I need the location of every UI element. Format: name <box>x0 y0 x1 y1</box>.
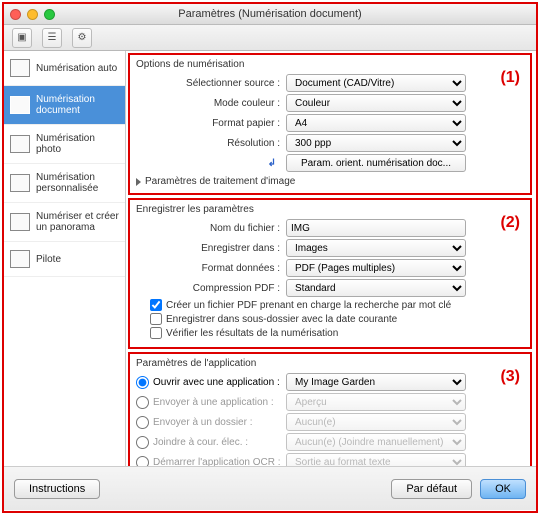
section-number: (3) <box>500 368 520 386</box>
subfolder-date-checkbox[interactable] <box>150 313 162 325</box>
section-scan-options: (1) Options de numérisation Sélectionner… <box>128 53 532 195</box>
section-number: (1) <box>500 69 520 87</box>
radio-label: Envoyer à une application : <box>153 397 274 408</box>
savein-label: Enregistrer dans : <box>136 243 286 254</box>
attach-email-radio[interactable] <box>136 436 149 449</box>
radio-label: Joindre à cour. élec. : <box>153 437 248 448</box>
photo-icon <box>10 135 30 153</box>
attach-email-select: Aucun(e) (Joindre manuellement) <box>286 433 466 451</box>
ok-button[interactable]: OK <box>480 479 526 499</box>
return-arrow-icon: ↲ <box>268 158 276 169</box>
checkbox-label: Vérifier les résultats de la numérisatio… <box>166 328 338 339</box>
toolbar-scan-from-panel-icon[interactable]: ☰ <box>42 28 62 48</box>
titlebar: Paramètres (Numérisation document) <box>4 4 536 25</box>
color-select[interactable]: Couleur <box>286 94 466 112</box>
sidebar-item-driver[interactable]: Pilote <box>4 242 125 277</box>
sidebar-item-label: Numérisation personnalisée <box>36 172 119 194</box>
send-to-folder-select: Aucun(e) <box>286 413 466 431</box>
radio-label: Envoyer à un dossier : <box>153 417 253 428</box>
disclosure-triangle-icon <box>136 178 141 186</box>
defaults-button[interactable]: Par défaut <box>391 479 472 499</box>
section-save-settings: (2) Enregistrer les paramètres Nom du fi… <box>128 198 532 349</box>
sidebar-item-label: Numérisation photo <box>36 133 119 155</box>
format-label: Format données : <box>136 263 286 274</box>
sidebar-item-label: Pilote <box>36 254 61 265</box>
send-to-app-radio[interactable] <box>136 396 149 409</box>
driver-icon <box>10 250 30 268</box>
toolbar: ▣ ☰ ⚙ <box>4 25 536 51</box>
orientation-settings-button[interactable]: Param. orient. numérisation doc... <box>286 154 466 172</box>
section-number: (2) <box>500 214 520 232</box>
footer: Instructions Par défaut OK <box>4 466 536 510</box>
section-title: Enregistrer les paramètres <box>136 204 524 215</box>
format-select[interactable]: PDF (Pages multiples) <box>286 259 466 277</box>
source-label: Sélectionner source : <box>136 78 286 89</box>
check-results-checkbox[interactable] <box>150 327 162 339</box>
document-icon <box>10 96 30 114</box>
sidebar-item-auto[interactable]: Numérisation auto <box>4 51 125 86</box>
compression-label: Compression PDF : <box>136 283 286 294</box>
start-ocr-radio[interactable] <box>136 456 149 467</box>
savein-select[interactable]: Images <box>286 239 466 257</box>
checkbox-label: Créer un fichier PDF prenant en charge l… <box>166 300 451 311</box>
paper-label: Format papier : <box>136 118 286 129</box>
toolbar-general-settings-icon[interactable]: ⚙ <box>72 28 92 48</box>
send-to-app-select: Aperçu <box>286 393 466 411</box>
source-select[interactable]: Document (CAD/Vitre) <box>286 74 466 92</box>
toolbar-scan-from-computer-icon[interactable]: ▣ <box>12 28 32 48</box>
open-with-app-select[interactable]: My Image Garden <box>286 373 466 391</box>
send-to-folder-radio[interactable] <box>136 416 149 429</box>
sidebar-item-label: Numériser et créer un panorama <box>36 211 119 233</box>
sidebar-item-label: Numérisation document <box>36 94 119 116</box>
sidebar: Numérisation auto Numérisation document … <box>4 51 126 466</box>
filename-field[interactable] <box>286 219 466 237</box>
filename-label: Nom du fichier : <box>136 223 286 234</box>
sidebar-item-panorama[interactable]: Numériser et créer un panorama <box>4 203 125 242</box>
resolution-select[interactable]: 300 ppp <box>286 134 466 152</box>
radio-label: Ouvrir avec une application : <box>153 377 280 388</box>
pdf-searchable-checkbox[interactable] <box>150 299 162 311</box>
window-title: Paramètres (Numérisation document) <box>4 8 536 20</box>
main-panel: (1) Options de numérisation Sélectionner… <box>126 51 536 466</box>
sidebar-item-document[interactable]: Numérisation document <box>4 86 125 125</box>
disclosure-label: Paramètres de traitement d'image <box>145 176 295 187</box>
radio-label: Démarrer l'application OCR : <box>153 457 281 467</box>
section-application-settings: (3) Paramètres de l'application Ouvrir a… <box>128 352 532 466</box>
panorama-icon <box>10 213 30 231</box>
instructions-button[interactable]: Instructions <box>14 479 100 499</box>
compression-select[interactable]: Standard <box>286 279 466 297</box>
open-with-app-radio[interactable] <box>136 376 149 389</box>
checkbox-label: Enregistrer dans sous-dossier avec la da… <box>166 314 397 325</box>
auto-icon <box>10 59 30 77</box>
sidebar-item-label: Numérisation auto <box>36 63 117 74</box>
image-processing-disclosure[interactable]: Paramètres de traitement d'image <box>136 176 524 187</box>
custom-icon <box>10 174 30 192</box>
sidebar-item-custom[interactable]: Numérisation personnalisée <box>4 164 125 203</box>
color-label: Mode couleur : <box>136 98 286 109</box>
start-ocr-select: Sortie au format texte <box>286 453 466 466</box>
section-title: Options de numérisation <box>136 59 524 70</box>
section-title: Paramètres de l'application <box>136 358 524 369</box>
resolution-label: Résolution : <box>136 138 286 149</box>
sidebar-item-photo[interactable]: Numérisation photo <box>4 125 125 164</box>
paper-select[interactable]: A4 <box>286 114 466 132</box>
